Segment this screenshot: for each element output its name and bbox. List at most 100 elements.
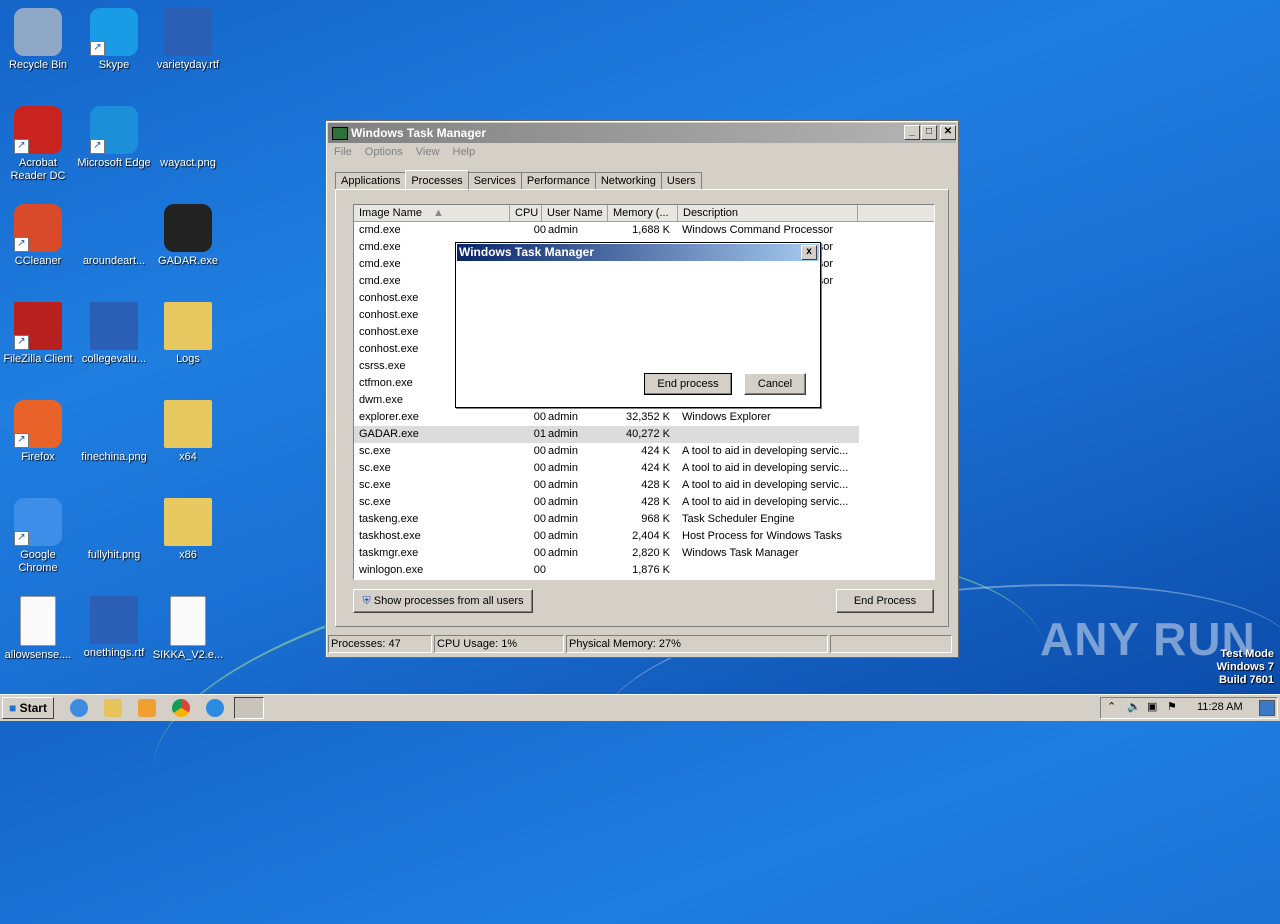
process-memory: 968 K [641,513,670,525]
process-description: Windows Explorer [682,411,771,423]
desktop-icon[interactable]: SIKKA_V2.e... [150,596,226,662]
tab-applications[interactable]: Applications [335,172,407,190]
desktop-icon[interactable]: aroundeart... [76,204,152,268]
exe-file-icon [170,596,206,646]
desktop-icon[interactable]: ↗ FileZilla Client [0,302,76,366]
column-user-name[interactable]: User Name [542,205,608,221]
end-process-button[interactable]: End Process [836,589,934,613]
process-image-name: taskmgr.exe [359,547,419,559]
menu-view[interactable]: View [416,146,440,158]
desktop-icon[interactable]: Recycle Bin [0,8,76,72]
menu-file[interactable]: File [334,146,352,158]
desktop-icon[interactable]: ↗ Acrobat Reader DC [0,106,76,183]
edge-icon[interactable] [206,699,224,717]
speaker-icon[interactable]: 🔈 [1127,700,1141,713]
desktop-icon[interactable]: ↗ Microsoft Edge [76,106,152,170]
table-row[interactable]: winlogon.exe 00 1,876 K [354,562,934,579]
table-row[interactable]: explorer.exe 00 admin 32,352 K Windows Explo… [354,409,934,426]
column-image-name[interactable]: Image Name ▲ [354,205,510,221]
desktop-icon[interactable]: Logs [150,302,226,366]
sort-ascending-icon: ▲ [433,207,444,219]
menu-options[interactable]: Options [365,146,403,158]
show-all-users-button[interactable]: ⛨ Show processes from all users [353,589,533,613]
dialog-close-button[interactable]: x [801,245,817,260]
acrobat-icon: ↗ [14,106,62,154]
process-image-name: sc.exe [359,445,391,457]
close-button[interactable]: ✕ [940,125,956,140]
dialog-end-process-button[interactable]: End process [644,373,732,395]
table-row[interactable]: taskmgr.exe 00 admin 2,820 K Windows Task Ma… [354,545,934,562]
action-center-icon[interactable]: ⚑ [1167,700,1177,713]
chrome-icon[interactable] [172,699,190,717]
desktop-icon[interactable]: GADAR.exe [150,204,226,268]
process-image-name: winlogon.exe [359,564,424,576]
table-row[interactable]: sc.exe 00 admin 428 K A tool to aid in devel… [354,477,934,494]
tab-performance[interactable]: Performance [520,172,596,190]
taskbar-task-manager-button[interactable] [234,697,264,719]
clock[interactable]: 11:28 AM [1197,701,1243,713]
desktop-icon[interactable]: ↗ Skype [76,8,152,72]
desktop-icon[interactable]: x86 [150,498,226,562]
chrome-icon: ↗ [14,498,62,546]
desktop-icon-label: SIKKA_V2.e... [152,649,224,661]
shortcut-arrow-icon: ↗ [90,41,105,56]
desktop-icon[interactable]: ↗ Google Chrome [0,498,76,575]
desktop-icon[interactable]: onethings.rtf [76,596,152,660]
tab-networking[interactable]: Networking [594,172,662,190]
desktop-icon[interactable]: x64 [150,400,226,464]
table-row[interactable]: taskhost.exe 00 admin 2,404 K Host Process f… [354,528,934,545]
desktop-icon-label: x86 [179,549,197,561]
column-cpu[interactable]: CPU [510,205,542,221]
maximize-button[interactable]: □ [921,125,937,140]
tray-expand-icon[interactable]: ⌃ [1107,700,1116,713]
table-row[interactable]: GADAR.exe 01 admin 40,272 K [354,426,859,443]
process-memory: 428 K [641,479,670,491]
dialog-cancel-button[interactable]: Cancel [744,373,806,395]
desktop-icon-label: Recycle Bin [8,59,68,71]
desktop-icon-label: Google Chrome [18,549,58,574]
shortcut-arrow-icon: ↗ [14,531,29,546]
table-row[interactable]: sc.exe 00 admin 424 K A tool to aid in devel… [354,443,934,460]
system-tray: ⌃ 🔈 ▣ ⚑ 11:28 AM [1100,697,1278,719]
dialog-titlebar[interactable]: Windows Task Manager x [457,244,819,261]
minimize-button[interactable]: _ [904,125,920,140]
network-icon[interactable]: ▣ [1147,700,1157,713]
desktop-icon[interactable]: finechina.png [76,400,152,464]
desktop-icon[interactable]: fullyhit.png [76,498,152,562]
desktop-icon-label: GADAR.exe [158,255,218,267]
tab-services[interactable]: Services [467,172,522,190]
process-user: admin [548,411,578,423]
table-row[interactable]: cmd.exe 00admin 1,688 K Windows Command Pro… [354,222,934,239]
menu-help[interactable]: Help [453,146,476,158]
desktop-icon[interactable]: collegevalu... [76,302,152,366]
explorer-icon[interactable] [104,699,122,717]
desktop-icon[interactable]: ↗ Firefox [0,400,76,464]
column-memory[interactable]: Memory (... [608,205,678,221]
desktop-icon[interactable]: ↗ CCleaner [0,204,76,268]
ccleaner-icon: ↗ [14,204,62,252]
desktop-icon-label: CCleaner [14,255,62,267]
desktop-icon[interactable]: varietyday.rtf [150,8,226,72]
window-titlebar[interactable]: Windows Task Manager _ □ ✕ [328,123,956,143]
column-description[interactable]: Description [678,205,858,221]
status-processes: Processes: 47 [328,635,432,653]
desktop-icon[interactable]: allowsense.... [0,596,76,662]
tab-processes[interactable]: Processes [405,170,469,191]
process-image-name: sc.exe [359,462,391,474]
table-row[interactable]: sc.exe 00 admin 428 K A tool to aid in devel… [354,494,934,511]
show-desktop-button[interactable] [1259,700,1275,716]
media-player-icon[interactable] [138,699,156,717]
tab-users[interactable]: Users [660,172,702,190]
ie-icon[interactable] [70,699,88,717]
start-button[interactable]: ■ Start [2,697,54,719]
process-description: A tool to aid in developing servic... [682,479,849,491]
desktop-icon[interactable]: wayact.png [150,106,226,170]
process-cpu: 01 [533,428,546,440]
table-row[interactable]: taskeng.exe 00 admin 968 K Task Scheduler En… [354,511,934,528]
table-row[interactable]: sc.exe 00 admin 424 K A tool to aid in devel… [354,460,934,477]
taskbar: ■ Start ⌃ 🔈 ▣ ⚑ 11:28 AM [0,694,1280,721]
process-cpu: 00 [533,479,546,491]
process-cpu: 00 [533,224,546,236]
process-description: Host Process for Windows Tasks [682,530,842,542]
png-file-icon [90,400,138,448]
